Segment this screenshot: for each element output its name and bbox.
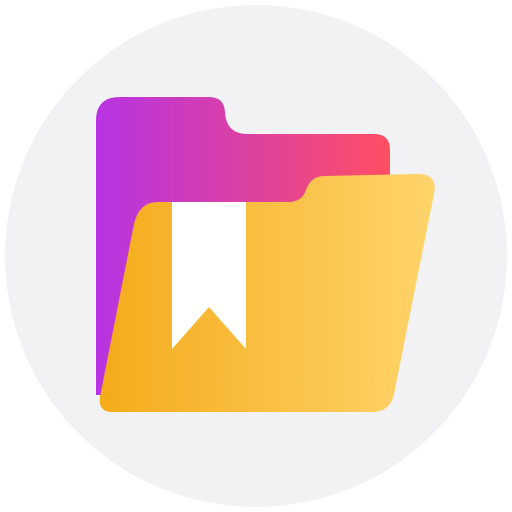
icon-canvas [0, 0, 512, 512]
bookmark-folder-icon [5, 5, 507, 507]
front-folder-shape [99, 174, 435, 412]
